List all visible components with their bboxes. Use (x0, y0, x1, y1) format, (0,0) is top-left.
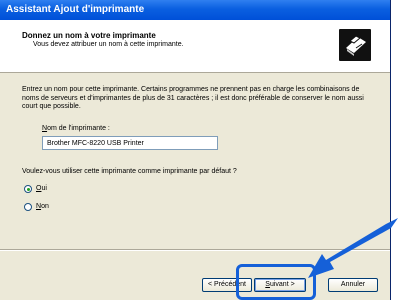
pointer-arrow-icon (308, 218, 398, 278)
printer-name-label: Nom de l'imprimante : (42, 125, 110, 132)
printer-name-input[interactable]: Brother MFC-8220 USB Printer (42, 136, 218, 150)
header-title: Donnez un nom à votre imprimante (22, 31, 156, 40)
default-printer-question: Voulez-vous utiliser cette imprimante co… (22, 168, 237, 175)
wizard-header: Donnez un nom à votre imprimante Vous de… (0, 20, 390, 73)
window-title: Assistant Ajout d'imprimante (6, 4, 145, 15)
radio-oui-label[interactable]: Oui (36, 185, 47, 192)
radio-non-label[interactable]: Non (36, 203, 49, 210)
header-subtitle: Vous devez attribuer un nom à cette impr… (33, 41, 184, 48)
title-bar[interactable]: Assistant Ajout d'imprimante (0, 0, 390, 20)
printer-name-value: Brother MFC-8220 USB Printer (47, 140, 144, 147)
printer-icon (339, 29, 371, 61)
radio-oui[interactable] (24, 185, 32, 193)
description-text: Entrez un nom pour cette imprimante. Cer… (22, 86, 364, 110)
radio-selected-dot (26, 187, 30, 191)
radio-non[interactable] (24, 203, 32, 211)
cancel-button[interactable]: Annuler (328, 278, 378, 292)
